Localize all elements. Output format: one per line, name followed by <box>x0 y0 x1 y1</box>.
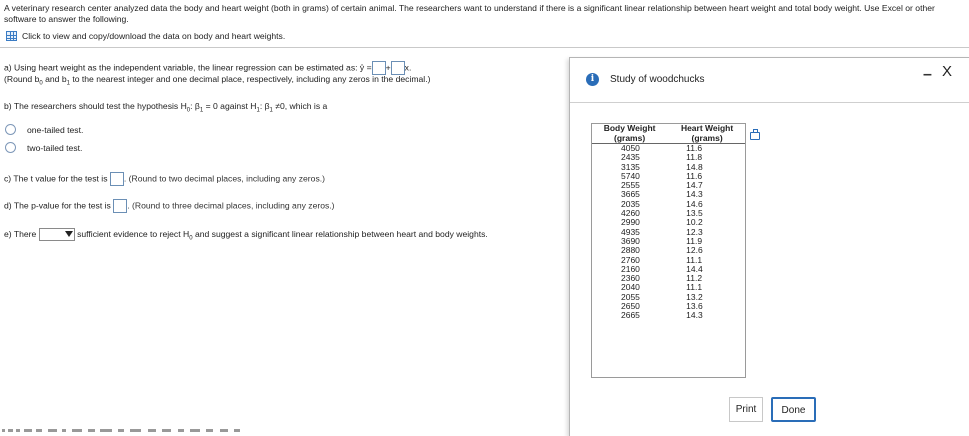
table-row: 4935 12.3 <box>591 226 746 237</box>
radio-one-tailed[interactable] <box>5 124 16 135</box>
table-grid-icon[interactable] <box>6 31 17 41</box>
heart-weight-cell: 14.8 <box>686 161 703 172</box>
table-row: 2990 10.2 <box>591 217 746 228</box>
table-row: 2880 12.6 <box>591 245 746 256</box>
heart-weight-cell: 11.1 <box>686 282 703 293</box>
column-header-body-weight: Body Weight (grams) <box>591 123 669 144</box>
heart-weight-cell: 13.5 <box>686 208 703 219</box>
question-c: c) The t value for the test is . (Round … <box>4 172 325 186</box>
heart-weight-cell: 13.6 <box>686 301 703 312</box>
table-row: 2360 11.2 <box>591 273 746 284</box>
table-row: 3690 11.9 <box>591 235 746 246</box>
y-hat-symbol: ŷ <box>359 62 365 73</box>
heart-weight-cell: 11.1 <box>686 254 703 265</box>
question-a-hint: (Round b0 and b1 to the nearest integer … <box>4 74 431 87</box>
column-header-heart-weight: Heart Weight (grams) <box>668 123 746 144</box>
close-button[interactable]: X <box>942 64 952 80</box>
heart-weight-cell: 14.3 <box>686 310 703 321</box>
table-row: 3135 14.8 <box>591 161 746 172</box>
t-value-input[interactable] <box>109 172 124 186</box>
heart-weight-cell: 14.4 <box>686 263 703 274</box>
table-row: 2435 11.8 <box>591 152 746 163</box>
heart-weight-cell: 11.2 <box>686 273 703 284</box>
info-icon: i <box>586 73 599 86</box>
heart-weight-cell: 11.9 <box>686 235 703 246</box>
heart-weight-cell: 12.6 <box>686 245 703 256</box>
table-row: 5740 11.6 <box>591 170 746 181</box>
table-row: 2760 11.1 <box>591 254 746 265</box>
data-dialog: i Study of woodchucks – X Body Weight (gr… <box>569 57 969 436</box>
question-a: a) Using heart weight as the independent… <box>4 61 411 75</box>
data-link[interactable]: Click to view and copy/download the data… <box>6 31 285 41</box>
table-row: 2035 14.6 <box>591 198 746 209</box>
data-link-label[interactable]: Click to view and copy/download the data… <box>22 31 285 41</box>
table-row: 4260 13.5 <box>591 208 746 219</box>
data-table: Body Weight (grams) Heart Weight (grams) 4… <box>591 123 746 321</box>
table-row: 2555 14.7 <box>591 180 746 191</box>
table-row: 2160 14.4 <box>591 263 746 274</box>
table-row: 2650 13.6 <box>591 301 746 312</box>
print-button[interactable]: Print <box>729 397 763 422</box>
heart-weight-cell: 11.6 <box>686 170 703 181</box>
heart-weight-cell: 14.7 <box>686 180 703 191</box>
divider <box>0 47 969 48</box>
table-row: 3665 14.3 <box>591 189 746 200</box>
clipped-text-fragment <box>2 429 240 432</box>
table-row: 2055 13.2 <box>591 291 746 302</box>
heart-weight-cell: 12.3 <box>686 226 703 237</box>
copy-icon[interactable] <box>750 129 760 140</box>
heart-weight-cell: 13.2 <box>686 291 703 302</box>
body-weight-cell: 2665 <box>621 310 640 321</box>
evidence-dropdown[interactable] <box>38 228 75 241</box>
table-row: 2665 14.3 <box>591 310 746 321</box>
option-two-tailed-label[interactable]: two-tailed test. <box>27 143 82 154</box>
dialog-title: Study of woodchucks <box>610 74 705 85</box>
dialog-divider <box>570 102 969 103</box>
p-value-input[interactable] <box>113 199 128 213</box>
b1-input[interactable] <box>390 61 405 75</box>
b0-input[interactable] <box>371 61 386 75</box>
intro-text: A veterinary research center analyzed da… <box>4 3 935 24</box>
question-b: b) The researchers should test the hypot… <box>4 101 328 114</box>
clipped-footer-text <box>2 429 252 433</box>
table-row: 4050 11.6 <box>591 143 746 154</box>
heart-weight-cell: 14.3 <box>686 189 703 200</box>
done-button[interactable]: Done <box>771 397 816 422</box>
heart-weight-cell: 14.6 <box>686 198 703 209</box>
heart-weight-cell: 10.2 <box>686 217 703 228</box>
question-e: e) There sufficient evidence to reject H… <box>4 228 488 242</box>
option-one-tailed-label[interactable]: one-tailed test. <box>27 125 83 136</box>
question-d: d) The p-value for the test is . (Round … <box>4 199 335 213</box>
minimize-button[interactable]: – <box>923 67 932 83</box>
heart-weight-cell: 11.6 <box>686 143 703 153</box>
radio-two-tailed[interactable] <box>5 142 16 153</box>
dropdown-arrow-icon[interactable] <box>64 231 73 237</box>
table-row: 2040 11.1 <box>591 282 746 293</box>
heart-weight-cell: 11.8 <box>686 152 703 163</box>
